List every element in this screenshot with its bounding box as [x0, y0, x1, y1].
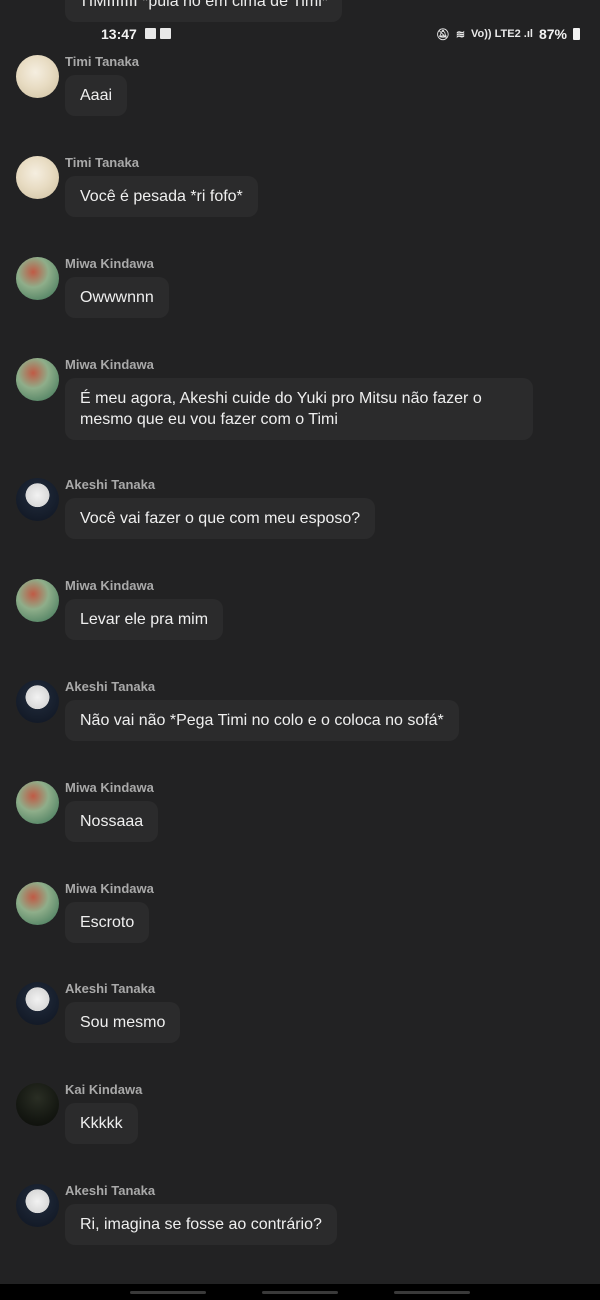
message-bubble[interactable]: Nossaaa: [65, 801, 159, 842]
sender-name[interactable]: Akeshi Tanaka: [65, 981, 155, 996]
sender-name[interactable]: Kai Kindawa: [65, 1082, 142, 1097]
sender-name[interactable]: Akeshi Tanaka: [65, 679, 155, 694]
akeshi-avatar[interactable]: [16, 982, 59, 1025]
akeshi-avatar[interactable]: [16, 680, 59, 723]
timi-avatar[interactable]: [16, 55, 59, 98]
akeshi-avatar[interactable]: [16, 1184, 59, 1227]
status-right: 🔕︎ ≋ Vo)) LTE2 .ıl 87%: [436, 26, 580, 42]
miwa-avatar[interactable]: [16, 781, 59, 824]
message-bubble[interactable]: Sou mesmo: [65, 1002, 181, 1043]
sender-name[interactable]: Miwa Kindawa: [65, 780, 154, 795]
sender-name[interactable]: Miwa Kindawa: [65, 357, 154, 372]
sender-name[interactable]: Miwa Kindawa: [65, 578, 154, 593]
status-bar: 13:47 🔕︎ ≋ Vo)) LTE2 .ıl 87%: [0, 22, 600, 48]
sender-name[interactable]: Akeshi Tanaka: [65, 1183, 155, 1198]
message-bubble[interactable]: Você é pesada *ri fofo*: [65, 176, 258, 217]
sender-name[interactable]: Akeshi Tanaka: [65, 477, 155, 492]
status-time: 13:47: [101, 26, 137, 42]
miwa-avatar[interactable]: [16, 579, 59, 622]
mute-icon: 🔕︎: [435, 28, 450, 41]
kai-avatar[interactable]: [16, 1083, 59, 1126]
battery-icon: [573, 28, 580, 40]
message-bubble[interactable]: Levar ele pra mim: [65, 599, 224, 640]
battery-percent: 87%: [538, 26, 567, 42]
gallery-notification-icon: [145, 28, 156, 39]
message-bubble[interactable]: Não vai não *Pega Timi no colo e o coloc…: [65, 700, 459, 741]
message-bubble[interactable]: É meu agora, Akeshi cuide do Yuki pro Mi…: [65, 378, 533, 440]
sender-name[interactable]: Miwa Kindawa: [65, 881, 154, 896]
message-bubble[interactable]: Aaai: [65, 75, 128, 116]
miwa-avatar[interactable]: [16, 358, 59, 401]
message-bubble[interactable]: Escroto: [65, 902, 150, 943]
partial-message-bubble: TIMIIIIIII *pula no em cima de Timi*: [65, 0, 342, 22]
message-bubble[interactable]: Kkkkk: [65, 1103, 138, 1144]
sender-name[interactable]: Miwa Kindawa: [65, 256, 154, 271]
miwa-avatar[interactable]: [16, 882, 59, 925]
message-bubble[interactable]: Owwwnnn: [65, 277, 169, 318]
app-notification-icon: [160, 28, 171, 39]
miwa-avatar[interactable]: [16, 257, 59, 300]
message-bubble[interactable]: Você vai fazer o que com meu esposo?: [65, 498, 376, 539]
timi-avatar[interactable]: [16, 156, 59, 199]
notification-icons: [145, 28, 171, 39]
sender-name[interactable]: Timi Tanaka: [65, 54, 139, 69]
signal-icon: Vo)) LTE2 .ıl: [471, 28, 533, 40]
sender-name[interactable]: Timi Tanaka: [65, 155, 139, 170]
nav-home-handle[interactable]: [262, 1291, 338, 1294]
nav-recents-handle[interactable]: [394, 1291, 470, 1294]
wifi-icon: ≋: [455, 28, 466, 41]
akeshi-avatar[interactable]: [16, 478, 59, 521]
message-bubble[interactable]: Ri, imagina se fosse ao contrário?: [65, 1204, 337, 1245]
nav-back-handle[interactable]: [130, 1291, 206, 1294]
